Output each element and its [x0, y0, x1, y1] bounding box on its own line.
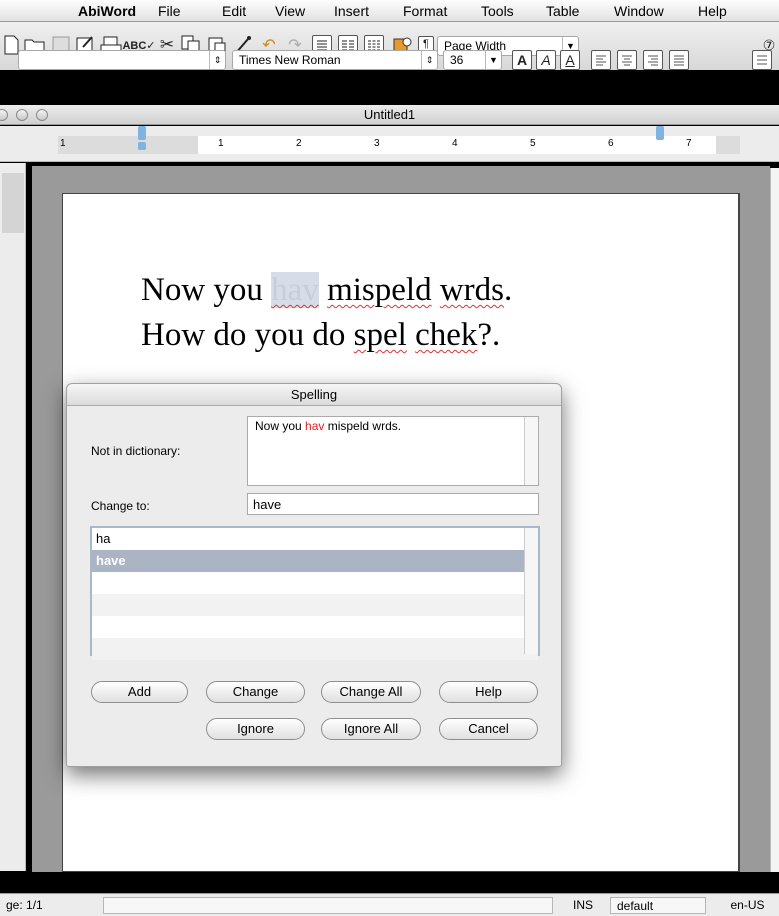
font-select[interactable]: Times New Roman ⇕: [232, 50, 438, 70]
ruler-number: 4: [452, 138, 458, 149]
change-all-button[interactable]: Change All: [321, 681, 421, 703]
size-value: 36: [450, 53, 464, 67]
window-titlebar: Untitled1: [0, 105, 779, 125]
style-select[interactable]: ⇕: [18, 50, 226, 70]
menu-format[interactable]: Format: [403, 3, 447, 19]
right-indent-marker[interactable]: [656, 126, 664, 140]
vertical-ruler: [0, 163, 26, 871]
add-button[interactable]: Add: [91, 681, 188, 703]
updown-icon: ⇕: [421, 51, 437, 69]
text-run: ?.: [477, 317, 501, 353]
text-run: Now you: [141, 272, 272, 308]
suggestions-list: ha have: [90, 526, 540, 660]
cancel-button[interactable]: Cancel: [439, 718, 538, 740]
bullets-icon[interactable]: [752, 50, 772, 70]
text-run: [432, 272, 440, 308]
context-before: Now you: [255, 419, 306, 433]
document-line-1[interactable]: Now you hav mispeld wrds.: [141, 272, 512, 309]
ruler-number: 1: [60, 138, 66, 149]
misspelled-word[interactable]: wrds: [440, 272, 504, 308]
updown-icon: ⇕: [209, 51, 225, 69]
font-value: Times New Roman: [239, 53, 341, 67]
ruler-number: 1: [218, 138, 224, 149]
menu-insert[interactable]: Insert: [334, 3, 369, 19]
text-run: .: [504, 272, 513, 308]
text-run: [407, 317, 415, 353]
insert-mode: INS: [572, 898, 593, 912]
align-left-icon[interactable]: [591, 50, 611, 70]
zoom-window-button[interactable]: [36, 109, 48, 121]
minimize-window-button[interactable]: [16, 109, 28, 121]
ruler-number: 7: [686, 138, 692, 149]
suggestion-empty-row: [92, 594, 538, 616]
vertical-ruler-margin: [2, 173, 24, 233]
misspelled-word[interactable]: chek: [415, 317, 477, 353]
page-indicator: ge: 1/1: [6, 898, 43, 912]
justify-icon[interactable]: [669, 50, 689, 70]
ruler-number: 5: [530, 138, 536, 149]
horizontal-ruler: 1 1 2 3 4 5 6 7: [0, 126, 779, 162]
format-toolbar: ⇕ Times New Roman ⇕ 36 ▼ A A A: [0, 48, 779, 96]
misspelled-word[interactable]: mispeld: [327, 272, 432, 308]
italic-icon[interactable]: A: [536, 50, 556, 70]
context-after: mispeld wrds.: [324, 419, 402, 433]
menu-view[interactable]: View: [275, 3, 305, 19]
menu-table[interactable]: Table: [546, 3, 579, 19]
suggestion-empty-row: [92, 572, 538, 594]
status-bar: ge: 1/1 INS default en-US: [0, 893, 779, 916]
context-text-box: Now you hav mispeld wrds.: [247, 416, 539, 486]
align-center-icon[interactable]: [617, 50, 637, 70]
left-indent-marker[interactable]: [138, 126, 146, 140]
suggestion-empty-row: [92, 616, 538, 638]
ignore-button[interactable]: Ignore: [206, 718, 305, 740]
menu-help[interactable]: Help: [698, 3, 727, 19]
suggestions-scrollbar[interactable]: [524, 528, 538, 654]
menu-window[interactable]: Window: [614, 3, 664, 19]
dialog-title: Spelling: [67, 384, 561, 406]
first-line-marker[interactable]: [138, 142, 146, 150]
menu-bar: AbiWord File Edit View Insert Format Too…: [0, 0, 779, 22]
vertical-scrollbar[interactable]: [770, 168, 779, 872]
ruler-track: [58, 136, 740, 154]
document-line-2[interactable]: How do you do spel chek?.: [141, 317, 500, 354]
spelling-dialog: Spelling Not in dictionary: Now you hav …: [66, 383, 562, 767]
text-run: [319, 272, 327, 308]
chevron-down-icon: ▼: [485, 51, 501, 69]
context-misspelled-word: hav: [305, 419, 325, 433]
menu-file[interactable]: File: [158, 3, 181, 19]
ignore-all-button[interactable]: Ignore All: [321, 718, 421, 740]
text-run: How do you do: [141, 317, 354, 353]
close-window-button[interactable]: [0, 109, 8, 121]
ruler-number: 2: [296, 138, 302, 149]
ruler-number: 6: [608, 138, 614, 149]
status-message: [103, 897, 553, 914]
misspelled-word[interactable]: hav: [271, 272, 319, 308]
bold-icon[interactable]: A: [512, 50, 532, 70]
change-to-label: Change to:: [91, 499, 150, 513]
suggestion-item[interactable]: ha: [92, 528, 538, 550]
suggestion-empty-row: [92, 638, 538, 660]
menu-edit[interactable]: Edit: [222, 3, 246, 19]
misspelled-word[interactable]: spel: [354, 317, 407, 353]
current-style: default: [610, 897, 706, 914]
language-indicator: en-US: [730, 898, 765, 912]
help-button[interactable]: Help: [439, 681, 538, 703]
window-title: Untitled1: [363, 107, 416, 122]
align-right-icon[interactable]: [643, 50, 663, 70]
change-to-field[interactable]: have: [247, 493, 539, 515]
suggestion-item-selected[interactable]: have: [92, 550, 538, 572]
app-menu[interactable]: AbiWord: [78, 3, 136, 19]
ruler-number: 3: [374, 138, 380, 149]
context-scrollbar[interactable]: [524, 417, 538, 485]
size-select[interactable]: 36 ▼: [443, 50, 502, 70]
underline-icon[interactable]: A: [560, 50, 580, 70]
change-button[interactable]: Change: [206, 681, 305, 703]
not-in-dictionary-label: Not in dictionary:: [91, 444, 181, 458]
menu-tools[interactable]: Tools: [481, 3, 514, 19]
